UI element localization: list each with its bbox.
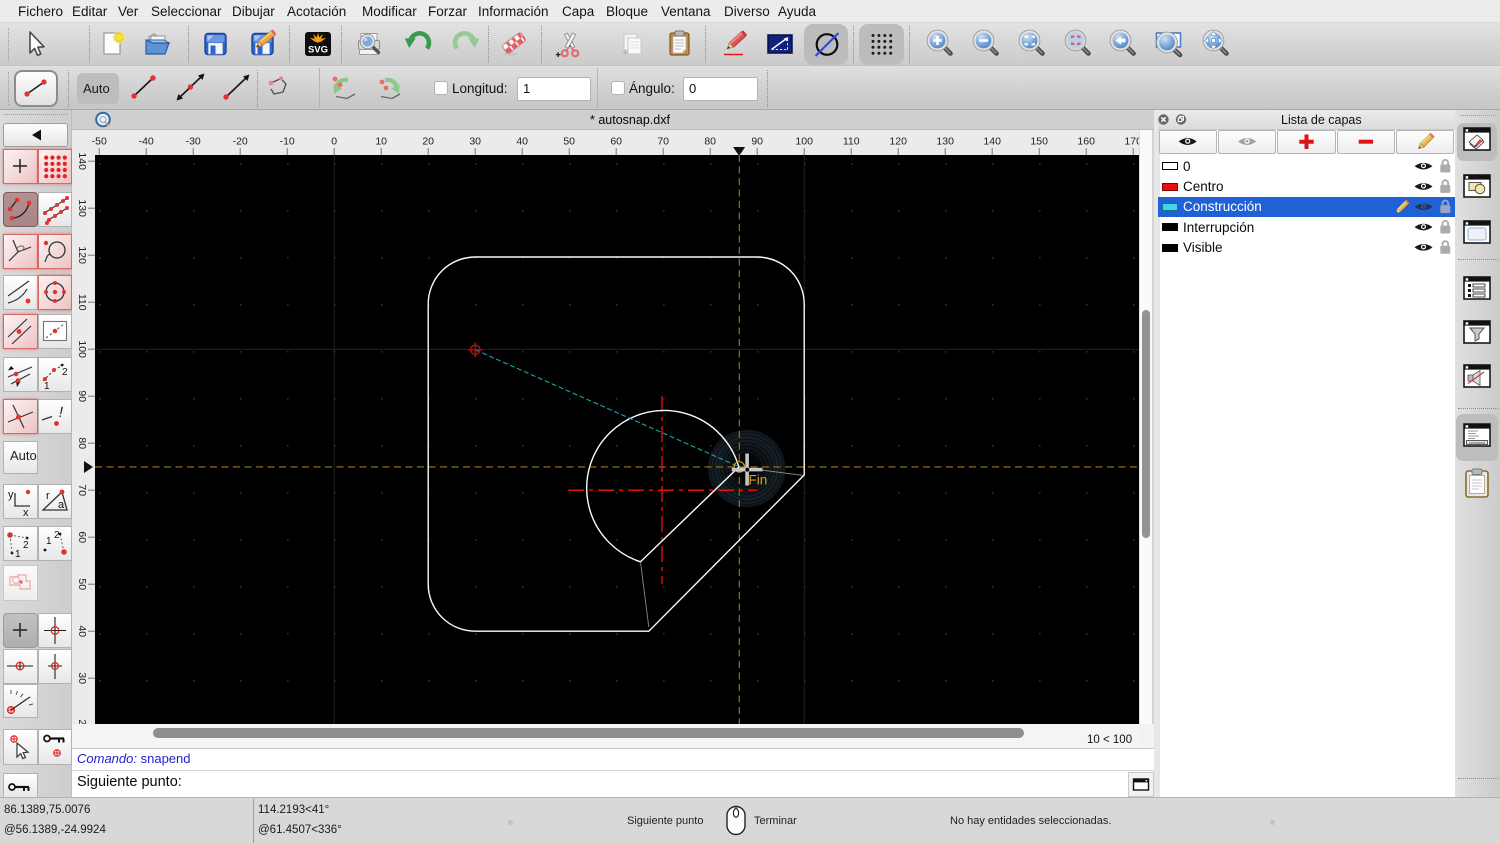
svg-text:command: command: [1469, 441, 1485, 445]
